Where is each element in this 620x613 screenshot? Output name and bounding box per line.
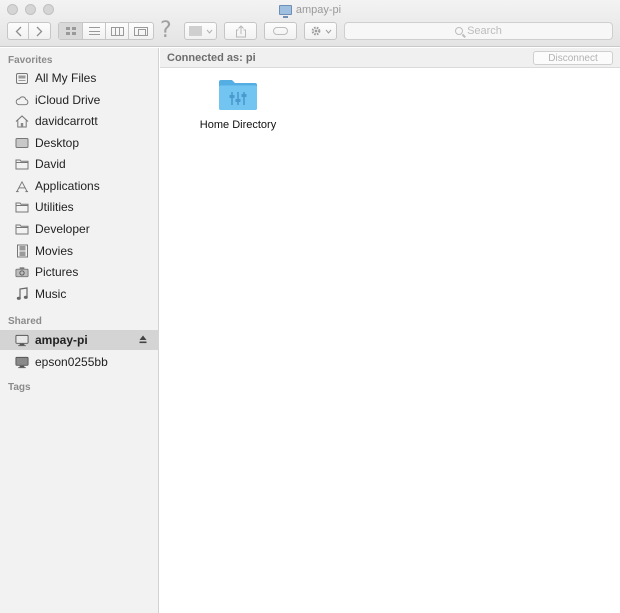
sidebar-item-ampay-pi[interactable]: ampay-pi — [0, 330, 159, 350]
cover-flow-icon — [134, 26, 148, 36]
desktop-icon — [15, 136, 29, 150]
sidebar: Favorites All My Files iCloud Drive davi… — [0, 48, 159, 613]
applications-icon — [15, 179, 29, 193]
connected-as-label: Connected as: pi — [167, 52, 256, 64]
connection-bar: Connected as: pi Disconnect — [160, 48, 620, 68]
sidebar-item-label: Pictures — [35, 265, 79, 279]
icon-view-icon — [65, 27, 76, 35]
monitor-icon — [15, 333, 29, 347]
folder-icon — [15, 200, 29, 214]
sidebar-item-movies[interactable]: Movies — [0, 241, 159, 261]
sidebar-item-label: Desktop — [35, 136, 80, 150]
column-view-icon — [110, 26, 124, 36]
sidebar-item-label: All My Files — [35, 71, 97, 85]
title-bar: ampay-pi ? Search — [0, 0, 620, 47]
chevron-down-icon — [206, 29, 212, 34]
sidebar-item-icloud-drive[interactable]: iCloud Drive — [0, 90, 159, 110]
sidebar-item-label: davidcarrott — [35, 114, 98, 128]
sidebar-item-desktop[interactable]: Desktop — [0, 133, 159, 153]
all-my-files-icon — [15, 71, 29, 85]
sidebar-item-utilities[interactable]: Utilities — [0, 197, 159, 217]
sidebar-item-label: Utilities — [35, 200, 74, 214]
sidebar-item-label: epson0255bb — [35, 355, 108, 369]
icon-view-button[interactable] — [59, 23, 83, 39]
arrange-button[interactable] — [184, 22, 217, 40]
sidebar-item-label: iCloud Drive — [35, 93, 101, 107]
help-question-icon[interactable]: ? — [160, 18, 172, 43]
view-switcher — [58, 22, 154, 40]
tags-header: Tags — [8, 382, 31, 393]
sidebar-item-label: Music — [35, 287, 67, 301]
shared-folder-icon — [219, 80, 257, 110]
chevron-left-icon — [15, 26, 21, 36]
sidebar-item-label: Developer — [35, 222, 90, 236]
sidebar-item-label: Applications — [35, 179, 100, 193]
sidebar-item-all-my-files[interactable]: All My Files — [0, 68, 159, 88]
forward-button[interactable] — [29, 23, 50, 39]
monitor-icon — [15, 355, 29, 369]
camera-icon — [15, 265, 29, 279]
share-button[interactable] — [224, 22, 257, 40]
sidebar-item-label: Movies — [35, 244, 74, 258]
sidebar-item-developer[interactable]: Developer — [0, 219, 159, 239]
sidebar-item-label: ampay-pi — [35, 333, 88, 347]
chevron-down-icon — [325, 29, 331, 34]
folder-icon — [15, 222, 29, 236]
sidebar-item-davidcarrott[interactable]: davidcarrott — [0, 111, 159, 131]
back-button[interactable] — [8, 23, 29, 39]
chevron-right-icon — [36, 26, 43, 36]
arrange-icon — [188, 26, 202, 36]
window-title-text: ampay-pi — [295, 4, 342, 16]
film-icon — [15, 244, 29, 258]
search-placeholder: Search — [467, 25, 502, 37]
share-icon — [235, 24, 246, 37]
sidebar-item-pictures[interactable]: Pictures — [0, 262, 159, 282]
music-note-icon — [15, 287, 29, 301]
folder-item-label: Home Directory — [199, 119, 277, 131]
eject-icon[interactable] — [139, 335, 147, 344]
disconnect-button[interactable]: Disconnect — [533, 51, 613, 65]
home-icon — [15, 114, 29, 128]
shared-header: Shared — [8, 316, 42, 327]
list-view-button[interactable] — [83, 23, 106, 39]
action-menu-button[interactable] — [304, 22, 337, 40]
folder-icon — [15, 157, 29, 171]
monitor-icon — [278, 5, 292, 18]
search-icon — [455, 27, 464, 35]
cloud-icon — [15, 93, 29, 107]
tag-icon — [273, 27, 288, 35]
list-view-icon — [88, 27, 100, 35]
tags-button[interactable] — [264, 22, 297, 40]
sidebar-item-label: David — [35, 157, 66, 171]
sidebar-item-david[interactable]: David — [0, 154, 159, 174]
file-browser-content: Home Directory — [160, 69, 620, 613]
cover-flow-view-button[interactable] — [129, 23, 153, 39]
column-view-button[interactable] — [106, 23, 129, 39]
search-field[interactable]: Search — [344, 22, 613, 40]
sidebar-item-epson0255bb[interactable]: epson0255bb — [0, 352, 159, 372]
gear-icon — [311, 26, 320, 36]
favorites-header: Favorites — [8, 55, 53, 66]
window-title: ampay-pi — [0, 2, 620, 18]
sidebar-item-music[interactable]: Music — [0, 284, 159, 304]
folder-item-home-directory[interactable]: Home Directory — [198, 78, 278, 131]
back-forward-control — [7, 22, 51, 40]
sidebar-item-applications[interactable]: Applications — [0, 176, 159, 196]
